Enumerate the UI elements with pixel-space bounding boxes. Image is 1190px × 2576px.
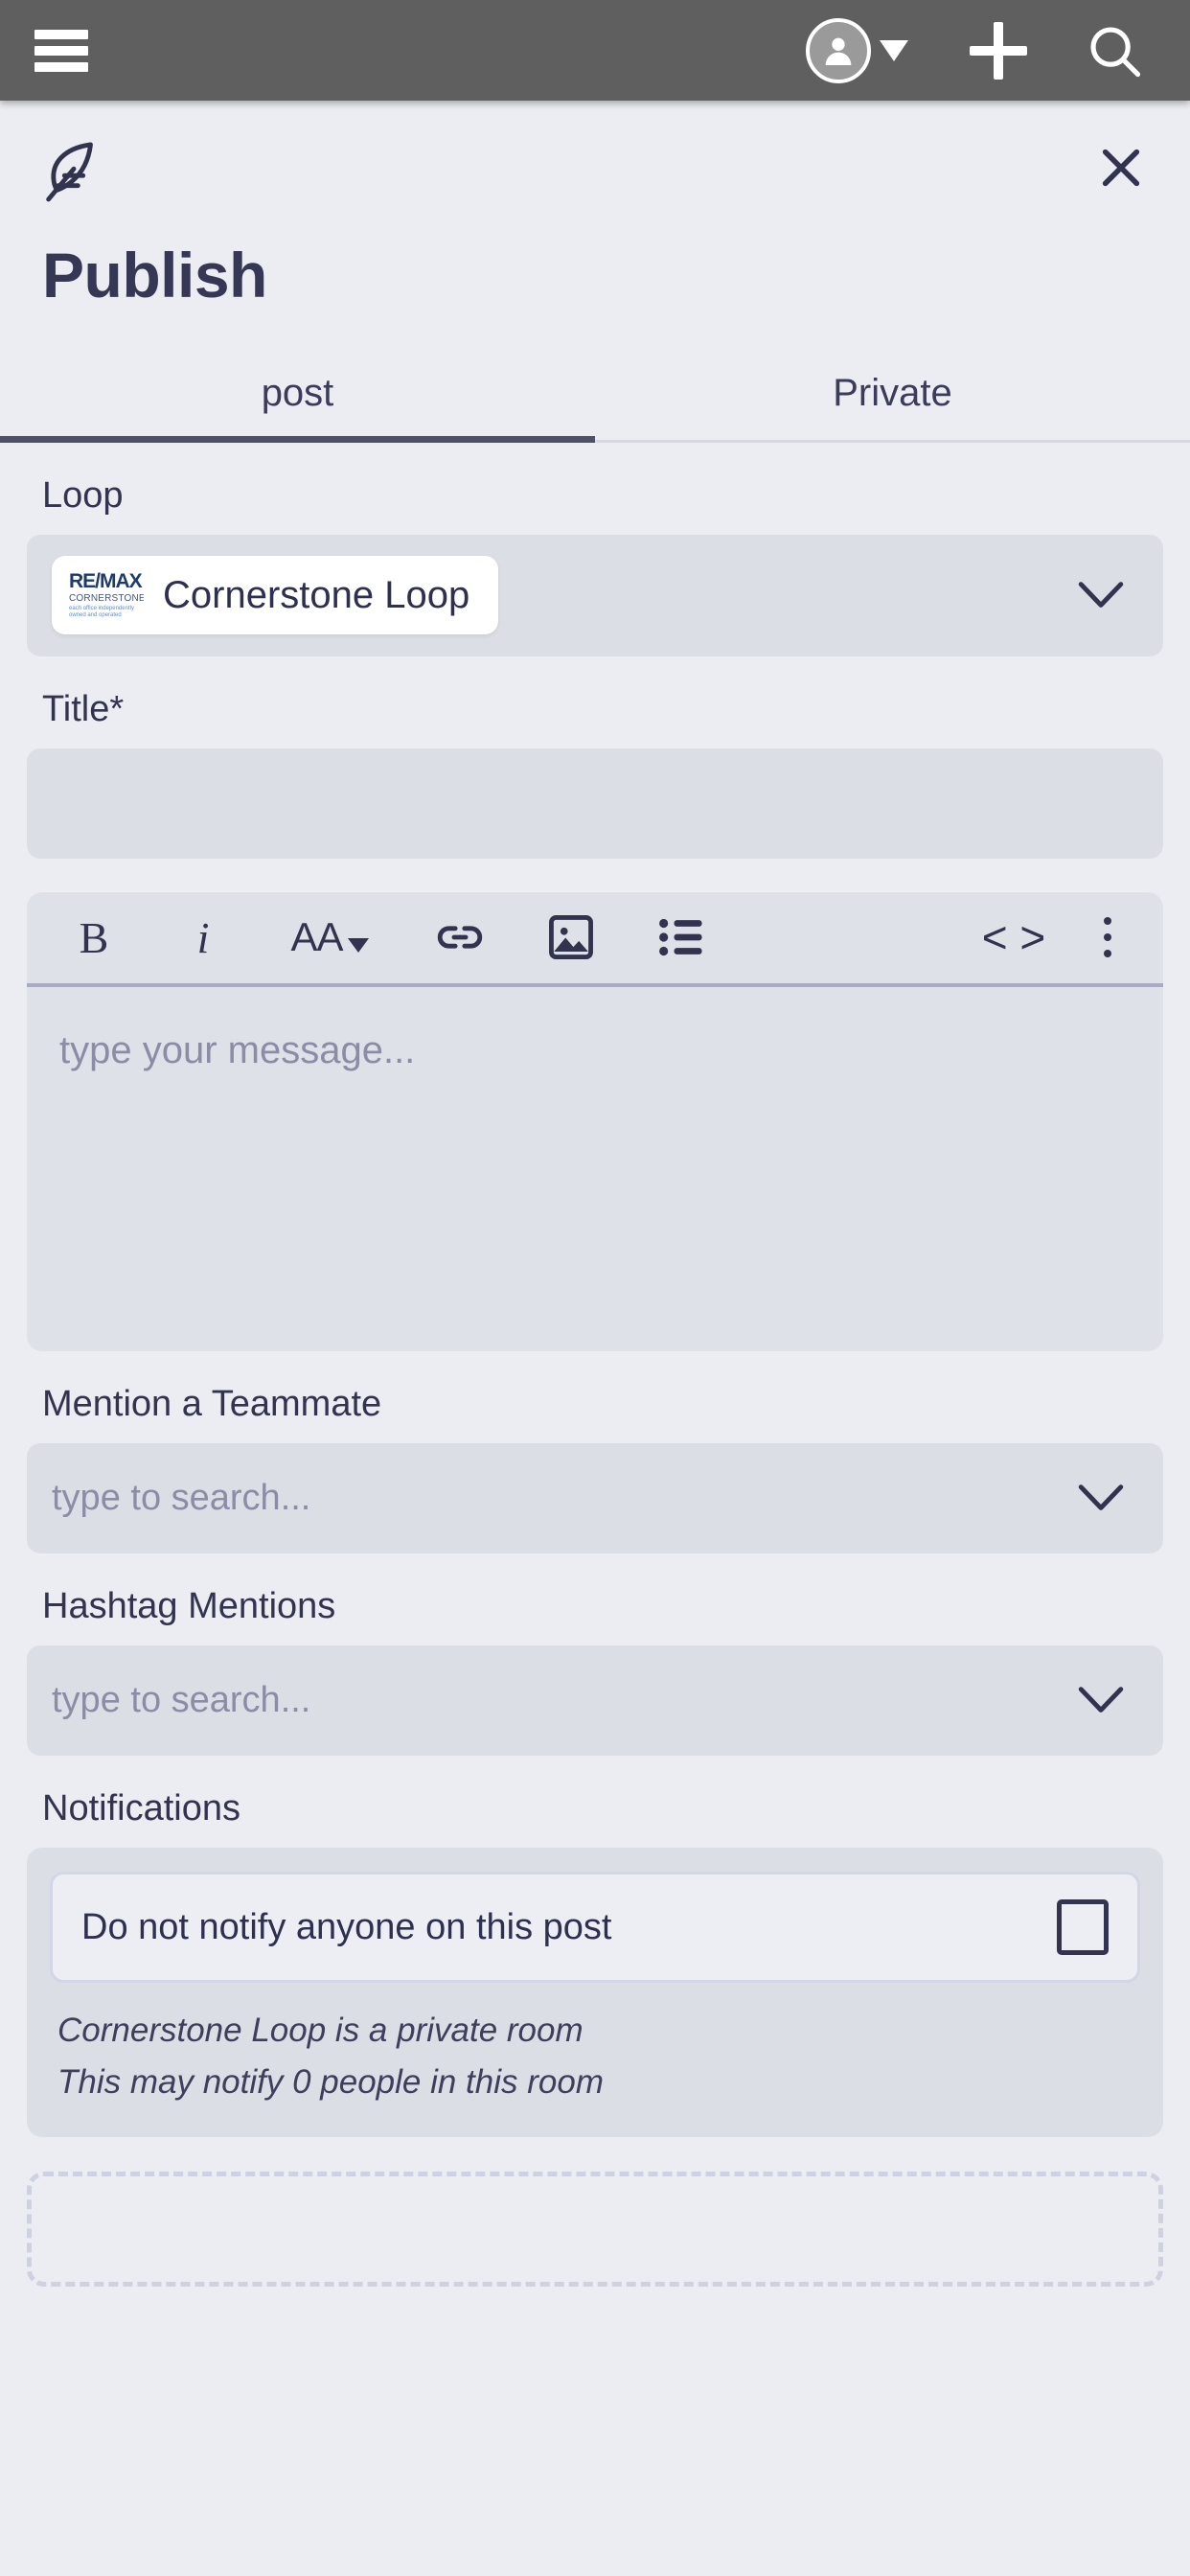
mention-select[interactable]: type to search... [27, 1442, 1163, 1554]
loop-select[interactable]: RE/MAX CORNERSTONE each office independe… [27, 534, 1163, 657]
bullet-list-icon [659, 919, 702, 956]
hamburger-bar-2 [34, 45, 88, 56]
bold-button[interactable]: B [59, 903, 128, 972]
private-room-note: Cornerstone Loop is a private room [57, 2012, 584, 2050]
chevron-down-icon[interactable] [1075, 579, 1127, 611]
publish-tabs: post Private [0, 353, 1190, 444]
dot-2 [1104, 933, 1111, 942]
loop-selected-label: Cornerstone Loop [163, 573, 470, 616]
remax-cornerstone-logo-icon: RE/MAX CORNERSTONE each office independe… [69, 569, 144, 621]
caret-down-icon[interactable] [880, 39, 908, 61]
search-icon[interactable] [1085, 21, 1144, 80]
do-not-notify-checkbox[interactable] [1057, 1899, 1109, 1956]
do-not-notify-row[interactable]: Do not notify anyone on this post [50, 1872, 1140, 1984]
notify-count-note: This may notify 0 people in this room [57, 2062, 604, 2101]
close-glyph [1102, 149, 1140, 187]
publish-form: Loop RE/MAX CORNERSTONE each office inde… [0, 475, 1190, 2137]
title-label: Title* [42, 689, 125, 730]
chevron-down-icon[interactable] [1075, 1684, 1127, 1716]
font-size-label: AA [290, 914, 343, 960]
hamburger-bar-1 [34, 29, 88, 39]
link-icon [437, 926, 483, 949]
top-navigation-bar [0, 0, 1190, 101]
hashtag-label: Hashtag Mentions [42, 1586, 336, 1627]
account-menu-button[interactable] [806, 17, 908, 83]
publish-panel: Publish post Private Loop RE/MAX CORNERS… [0, 101, 1190, 2287]
search-glyph [1090, 26, 1141, 77]
plus-icon[interactable] [970, 21, 1027, 80]
do-not-notify-label: Do not notify anyone on this post [81, 1906, 612, 1947]
page-title: Publish [42, 240, 267, 310]
loop-selected-chip: RE/MAX CORNERSTONE each office independe… [52, 556, 499, 635]
dot-3 [1104, 950, 1111, 958]
hamburger-bar-3 [34, 61, 88, 72]
chevron-down-icon [347, 937, 369, 953]
avatar-person-glyph [825, 37, 852, 65]
hashtag-placeholder: type to search... [52, 1679, 311, 1720]
dot-1 [1104, 917, 1111, 926]
top-nav-actions [806, 17, 1190, 83]
image-button[interactable] [537, 903, 606, 972]
feather-quill-icon [42, 139, 105, 206]
notifications-label: Notifications [42, 1788, 240, 1829]
panel-header [0, 101, 1190, 235]
mention-label: Mention a Teammate [42, 1384, 382, 1425]
attachment-dropzone[interactable] [27, 2171, 1163, 2287]
editor-toolbar: B i AA < > [27, 891, 1163, 988]
loop-label: Loop [42, 475, 124, 517]
bullet-list-button[interactable] [648, 903, 717, 972]
hamburger-menu-icon[interactable] [34, 29, 88, 72]
logo-line-2: CORNERSTONE [69, 593, 144, 605]
user-avatar-icon[interactable] [806, 17, 871, 83]
message-input[interactable]: type your message... [27, 987, 1163, 1351]
italic-button[interactable]: i [169, 903, 238, 972]
logo-line-1: RE/MAX [69, 570, 143, 593]
chevron-glyph [1078, 1687, 1124, 1714]
more-options-button[interactable] [1085, 903, 1131, 972]
close-x-icon[interactable] [1094, 141, 1148, 195]
font-size-button[interactable]: AA [276, 903, 383, 972]
chevron-glyph [1078, 582, 1124, 609]
image-icon [549, 915, 593, 960]
title-input[interactable] [27, 748, 1163, 860]
chevron-glyph [1078, 1484, 1124, 1511]
chevron-down-icon[interactable] [1075, 1482, 1127, 1514]
link-button[interactable] [425, 903, 494, 972]
hashtag-select[interactable]: type to search... [27, 1644, 1163, 1757]
notifications-card: Do not notify anyone on this post Corner… [27, 1847, 1163, 2137]
code-button[interactable]: < > [975, 903, 1052, 972]
message-editor: B i AA < > type your message... [27, 891, 1163, 1352]
logo-line-3: each office independently owned and oper… [69, 606, 134, 619]
feather-glyph [46, 142, 93, 202]
tab-post[interactable]: post [0, 353, 595, 444]
mention-placeholder: type to search... [52, 1477, 311, 1518]
tab-private[interactable]: Private [595, 353, 1190, 440]
